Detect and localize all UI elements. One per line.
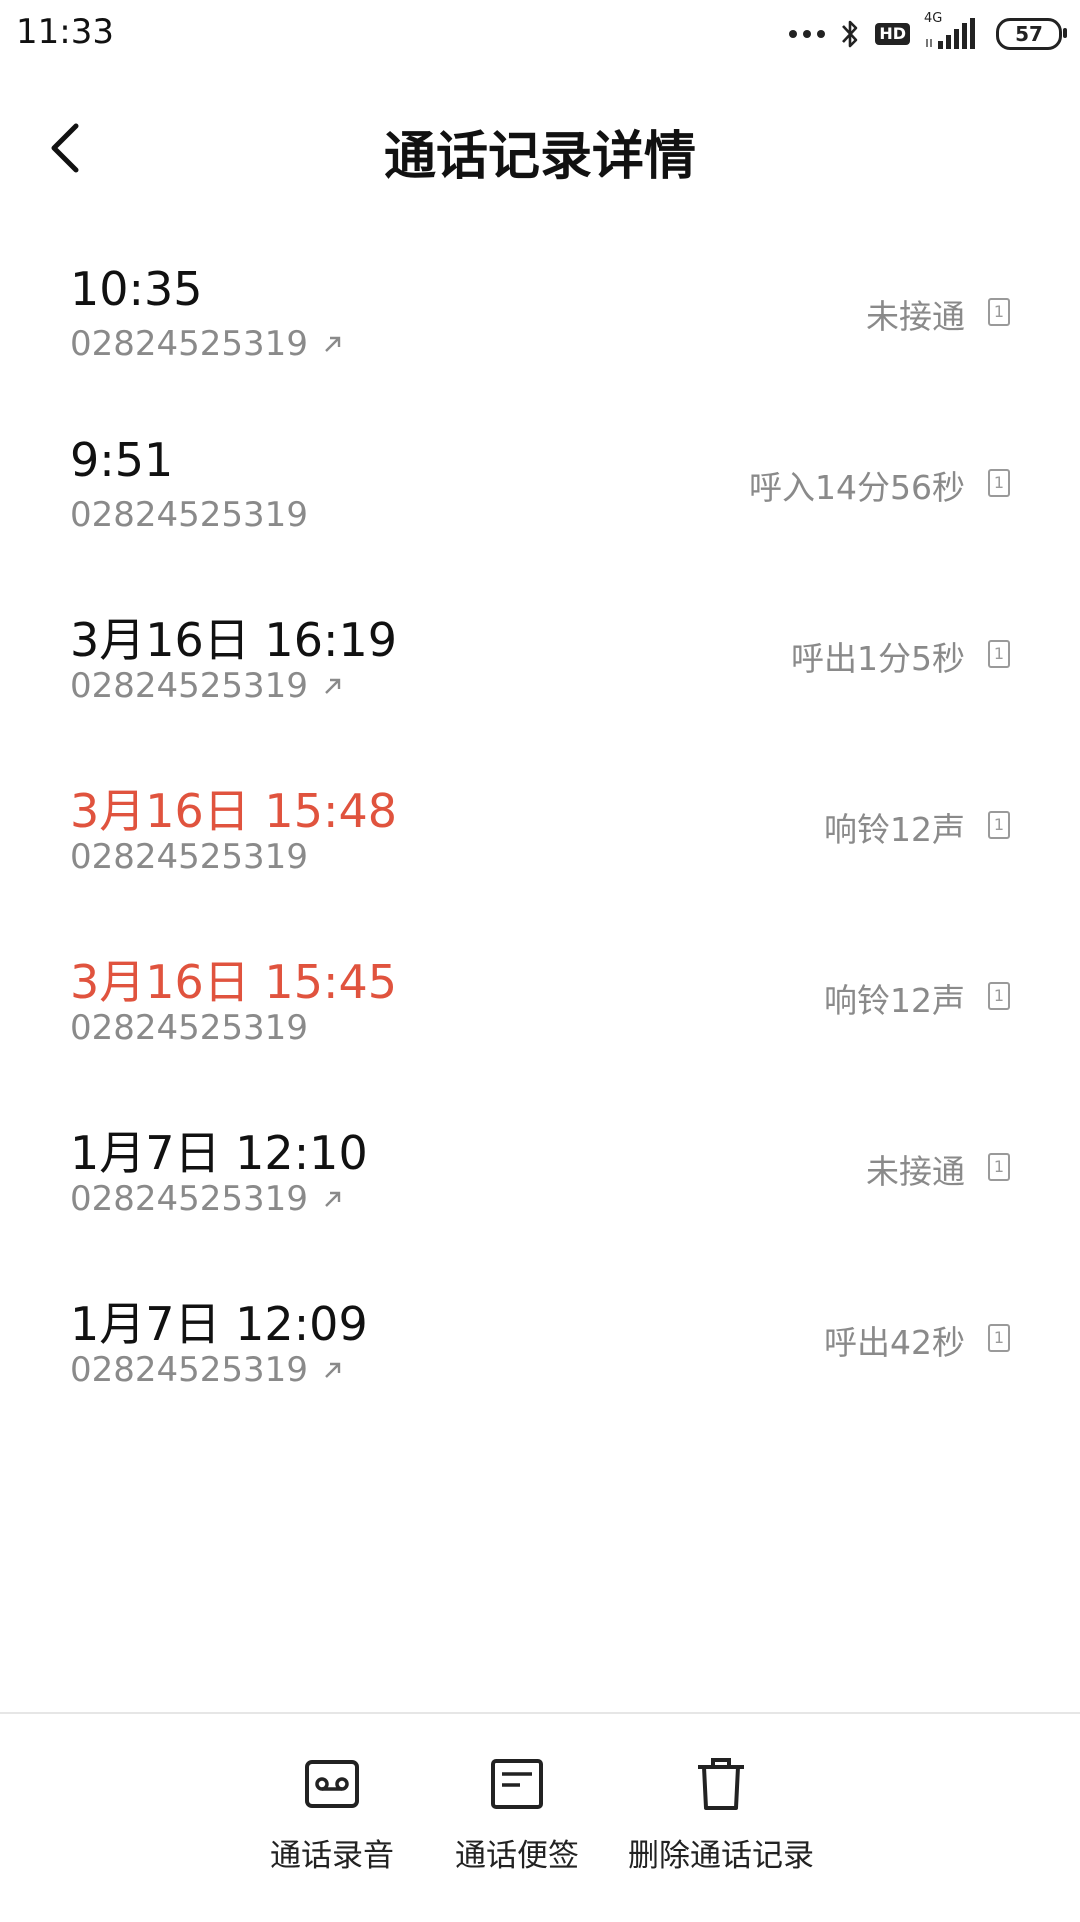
call-record-row[interactable]: 3月16日 16:19 02824525319 呼出1分5秒 1 [0, 582, 1080, 753]
delete-call-log-button[interactable]: 删除通话记录 [628, 1754, 814, 1875]
call-record-row[interactable]: 1月7日 12:10 02824525319 未接通 1 [0, 1095, 1080, 1266]
sim-card-icon: 1 [988, 811, 1010, 839]
call-notes-button[interactable]: 通话便签 [455, 1754, 579, 1875]
call-record-row[interactable]: 9:51 02824525319 呼入14分56秒 1 [0, 411, 1080, 582]
call-record-row[interactable]: 10:35 02824525319 未接通 1 [0, 240, 1080, 411]
battery-level: 57 [1015, 22, 1043, 46]
call-status: 响铃12声 [824, 810, 965, 849]
sim-card-icon: 1 [988, 1153, 1010, 1181]
call-number-text: 02824525319 [70, 495, 308, 535]
bluetooth-icon [842, 20, 858, 48]
signal-icon: 4G [924, 11, 982, 51]
call-time: 3月16日 16:19 [70, 613, 397, 667]
status-bar: 11:33 HD 4G 57 [0, 0, 1080, 66]
call-status: 呼入14分56秒 [749, 468, 965, 507]
call-status: 未接通 [866, 297, 965, 336]
call-number: 02824525319 [70, 1350, 344, 1390]
call-number-text: 02824525319 [70, 666, 308, 706]
call-number: 02824525319 [70, 837, 308, 877]
sim-card-icon: 1 [988, 1324, 1010, 1352]
call-number-text: 02824525319 [70, 324, 308, 364]
call-time: 9:51 [70, 433, 174, 487]
call-status: 呼出42秒 [824, 1323, 965, 1362]
call-notes-label: 通话便签 [455, 1838, 579, 1874]
sim-card-icon: 1 [988, 640, 1010, 668]
call-time: 1月7日 12:10 [70, 1126, 368, 1180]
call-number-text: 02824525319 [70, 837, 308, 877]
call-number: 02824525319 [70, 495, 308, 535]
call-time: 1月7日 12:09 [70, 1297, 368, 1351]
battery-icon: 57 [996, 18, 1067, 50]
outgoing-arrow-icon [325, 1362, 341, 1378]
call-number-text: 02824525319 [70, 1350, 308, 1390]
call-status: 未接通 [866, 1152, 965, 1191]
call-recording-button[interactable]: 通话录音 [270, 1754, 394, 1875]
network-type: 4G [924, 11, 943, 26]
recording-icon [302, 1754, 362, 1814]
call-number: 02824525319 [70, 324, 344, 364]
outgoing-arrow-icon [325, 1191, 341, 1207]
call-time: 3月16日 15:48 [70, 784, 397, 838]
call-recording-label: 通话录音 [270, 1838, 394, 1874]
status-icons: HD 4G 57 [789, 11, 1067, 54]
page-title: 通话记录详情 [383, 127, 696, 187]
call-number: 02824525319 [70, 1008, 308, 1048]
call-list: 10:35 02824525319 未接通 1 9:51 02824525319 呼入14分… [0, 240, 1080, 1437]
bottom-action-bar: 通话录音 通话便签 删除通话记录 [0, 1712, 1080, 1922]
outgoing-arrow-icon [325, 678, 341, 694]
delete-call-log-label: 删除通话记录 [628, 1838, 814, 1874]
status-time: 11:33 [16, 12, 114, 52]
call-number-text: 02824525319 [70, 1179, 308, 1219]
call-status: 响铃12声 [824, 981, 965, 1020]
trash-icon [691, 1754, 751, 1814]
header: 通话记录详情 [0, 100, 1080, 196]
hd-icon: HD [875, 23, 910, 45]
sim-card-icon: 1 [988, 469, 1010, 497]
call-status: 呼出1分5秒 [791, 639, 965, 678]
note-icon [487, 1754, 547, 1814]
dots-icon [789, 30, 826, 38]
call-record-row[interactable]: 1月7日 12:09 02824525319 呼出42秒 1 [0, 1266, 1080, 1437]
call-record-row[interactable]: 3月16日 15:45 02824525319 响铃12声 1 [0, 924, 1080, 1095]
sim-card-icon: 1 [988, 298, 1010, 326]
call-time: 3月16日 15:45 [70, 955, 397, 1009]
outgoing-arrow-icon [325, 336, 341, 352]
sim-card-icon: 1 [988, 982, 1010, 1010]
call-number-text: 02824525319 [70, 1008, 308, 1048]
call-time: 10:35 [70, 262, 203, 316]
call-number: 02824525319 [70, 666, 344, 706]
call-number: 02824525319 [70, 1179, 344, 1219]
call-record-row[interactable]: 3月16日 15:48 02824525319 响铃12声 1 [0, 753, 1080, 924]
